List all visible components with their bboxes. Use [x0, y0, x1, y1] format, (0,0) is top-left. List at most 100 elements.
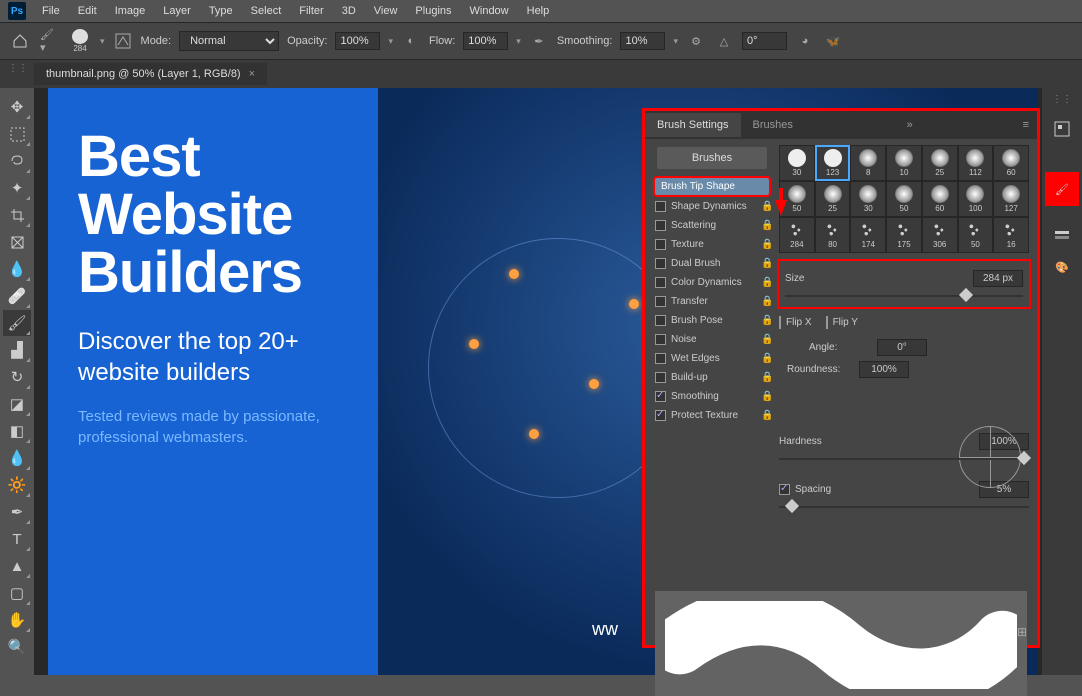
brush-setting-dual-brush[interactable]: Dual Brush🔒 — [653, 254, 775, 273]
brush-setting-shape-dynamics[interactable]: Shape Dynamics🔒 — [653, 197, 775, 216]
opacity-input[interactable] — [335, 32, 380, 50]
menu-image[interactable]: Image — [107, 2, 154, 20]
airbrush-icon[interactable]: ✒ — [529, 31, 549, 51]
brush-tip-30[interactable]: 30 — [850, 181, 886, 217]
angle-value[interactable]: 0° — [877, 339, 927, 356]
angle-input[interactable] — [742, 32, 787, 50]
history-brush-tool[interactable]: ↻ — [3, 364, 31, 390]
brush-tip-50[interactable]: 50 — [886, 181, 922, 217]
frame-tool[interactable] — [3, 229, 31, 255]
size-value[interactable]: 284 px — [973, 270, 1023, 287]
spacing-slider[interactable] — [779, 502, 1029, 512]
opacity-dropdown-icon[interactable]: ▾ — [388, 36, 393, 47]
brush-tip-16[interactable]: 16 — [993, 217, 1029, 253]
tab-brushes[interactable]: Brushes — [741, 113, 805, 137]
brush-tip-50[interactable]: 50 — [958, 217, 994, 253]
blur-tool[interactable]: 💧 — [3, 445, 31, 471]
flow-input[interactable] — [463, 32, 508, 50]
menu-3d[interactable]: 3D — [334, 2, 364, 20]
lasso-tool[interactable] — [3, 148, 31, 174]
panel-icon-1[interactable] — [1048, 115, 1076, 143]
menu-layer[interactable]: Layer — [155, 2, 199, 20]
eyedropper-tool[interactable]: 💧 — [3, 256, 31, 282]
menu-plugins[interactable]: Plugins — [407, 2, 459, 20]
brush-tip-80[interactable]: 80 — [815, 217, 851, 253]
brush-tip-10[interactable]: 10 — [886, 145, 922, 181]
symmetry-icon[interactable]: 🦋 — [823, 31, 843, 51]
menu-window[interactable]: Window — [462, 2, 517, 20]
brush-tip-25[interactable]: 25 — [815, 181, 851, 217]
brush-tip-123[interactable]: 123 — [815, 145, 851, 181]
dodge-tool[interactable]: 🔆 — [3, 472, 31, 498]
smoothing-dropdown-icon[interactable]: ▾ — [673, 36, 678, 47]
brush-dropdown-icon[interactable]: ▾ — [100, 36, 105, 47]
flip-y-checkbox[interactable]: Flip Y — [826, 317, 858, 328]
brush-setting-protect-texture[interactable]: Protect Texture🔒 — [653, 406, 775, 425]
brush-tip-174[interactable]: 174 — [850, 217, 886, 253]
panel-menu-icon[interactable]: ≡ — [1015, 119, 1037, 131]
brush-setting-transfer[interactable]: Transfer🔒 — [653, 292, 775, 311]
home-icon[interactable] — [8, 29, 32, 53]
brush-setting-noise[interactable]: Noise🔒 — [653, 330, 775, 349]
marquee-tool[interactable] — [3, 121, 31, 147]
brush-tip-100[interactable]: 100 — [958, 181, 994, 217]
menu-file[interactable]: File — [34, 2, 68, 20]
brush-setting-smoothing[interactable]: Smoothing🔒 — [653, 387, 775, 406]
path-select-tool[interactable]: ▲ — [3, 553, 31, 579]
brush-setting-color-dynamics[interactable]: Color Dynamics🔒 — [653, 273, 775, 292]
tab-close-icon[interactable]: × — [249, 68, 255, 80]
brush-tool[interactable]: 🖌 — [3, 310, 31, 336]
zoom-tool[interactable]: 🔍 — [3, 634, 31, 660]
blend-mode-select[interactable]: Normal — [179, 31, 279, 51]
shape-tool[interactable]: ▢ — [3, 580, 31, 606]
color-panel-icon[interactable]: 🎨 — [1048, 253, 1076, 281]
quick-select-tool[interactable]: ✦ — [3, 175, 31, 201]
panel-collapse-icon[interactable]: » — [899, 119, 921, 131]
flow-dropdown-icon[interactable]: ▾ — [516, 36, 521, 47]
brush-tip-30[interactable]: 30 — [779, 145, 815, 181]
menu-view[interactable]: View — [366, 2, 406, 20]
brush-tip-60[interactable]: 60 — [922, 181, 958, 217]
brush-settings-panel-icon[interactable]: 🖌 — [1048, 175, 1076, 203]
menu-select[interactable]: Select — [243, 2, 290, 20]
gradient-tool[interactable]: ◧ — [3, 418, 31, 444]
brushes-button[interactable]: Brushes — [657, 147, 767, 169]
pressure-opacity-icon[interactable]: ◐ — [401, 31, 421, 51]
collapse-icon[interactable]: ⋮⋮ — [8, 63, 28, 74]
eraser-tool[interactable]: ◪ — [3, 391, 31, 417]
collapse-right-icon[interactable]: ⋮⋮ — [1052, 94, 1072, 105]
menu-help[interactable]: Help — [519, 2, 558, 20]
brush-setting-texture[interactable]: Texture🔒 — [653, 235, 775, 254]
smoothing-options-icon[interactable]: ⚙ — [686, 31, 706, 51]
pressure-size-icon[interactable]: ◕ — [795, 31, 815, 51]
brush-preview-dropdown[interactable]: 284 — [68, 29, 92, 53]
brush-tip-60[interactable]: 60 — [993, 145, 1029, 181]
brush-tip-175[interactable]: 175 — [886, 217, 922, 253]
brush-tip-8[interactable]: 8 — [850, 145, 886, 181]
angle-icon[interactable]: △ — [714, 31, 734, 51]
move-tool[interactable]: ✥ — [3, 94, 31, 120]
menu-type[interactable]: Type — [201, 2, 241, 20]
size-slider[interactable] — [785, 291, 1023, 301]
hardness-slider[interactable] — [779, 454, 1029, 464]
menu-filter[interactable]: Filter — [291, 2, 331, 20]
tool-preset-icon[interactable]: 🖌 ▾ — [40, 31, 60, 51]
brush-tip-112[interactable]: 112 — [958, 145, 994, 181]
smoothing-input[interactable] — [620, 32, 665, 50]
brush-setting-wet-edges[interactable]: Wet Edges🔒 — [653, 349, 775, 368]
brush-setting-build-up[interactable]: Build-up🔒 — [653, 368, 775, 387]
type-tool[interactable]: T — [3, 526, 31, 552]
pen-tool[interactable]: ✒ — [3, 499, 31, 525]
swatches-panel-icon[interactable] — [1048, 221, 1076, 249]
flip-x-checkbox[interactable]: Flip X — [779, 317, 812, 328]
brush-tip-284[interactable]: 284 — [779, 217, 815, 253]
brush-setting-scattering[interactable]: Scattering🔒 — [653, 216, 775, 235]
brush-tip-306[interactable]: 306 — [922, 217, 958, 253]
brush-panel-toggle-icon[interactable] — [113, 31, 133, 51]
brush-tip-127[interactable]: 127 — [993, 181, 1029, 217]
create-new-brush-icon[interactable]: ⊞ — [1017, 625, 1027, 639]
menu-edit[interactable]: Edit — [70, 2, 105, 20]
brush-setting-brush-pose[interactable]: Brush Pose🔒 — [653, 311, 775, 330]
brush-setting-brush-tip-shape[interactable]: Brush Tip Shape — [655, 178, 769, 195]
roundness-value[interactable]: 100% — [859, 361, 909, 378]
